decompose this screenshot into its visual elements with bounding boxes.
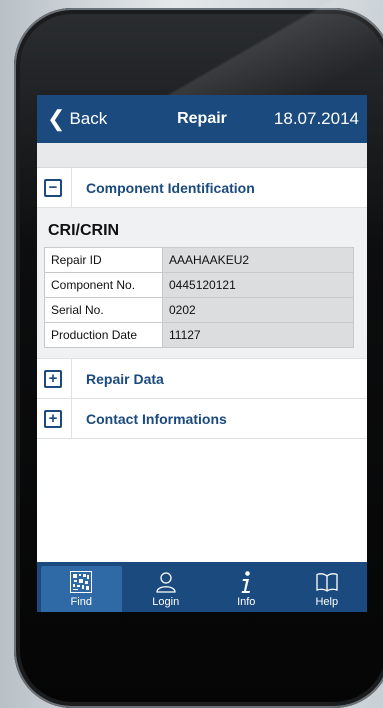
row-value: 0202	[162, 297, 354, 323]
tab-login[interactable]: Login	[126, 562, 207, 612]
section-component-identification[interactable]: − Component Identification	[37, 168, 367, 208]
app-screen: ❮ Back Repair 18.07.2014 − Component Ide…	[37, 95, 367, 612]
table-row: Component No. 0445120121	[44, 272, 354, 298]
subheader-bar	[37, 143, 367, 168]
section-repair-data[interactable]: + Repair Data	[37, 359, 367, 399]
tab-bar: Find Login Info Help	[37, 562, 367, 612]
barcode-icon	[70, 569, 93, 595]
section-contact-informations[interactable]: + Contact Informations	[37, 399, 367, 439]
detail-title: CRI/CRIN	[48, 222, 120, 239]
book-icon	[315, 569, 339, 595]
section-label: Repair Data	[86, 370, 164, 387]
component-detail-panel: CRI/CRIN Repair ID AAAHAAKEU2 Component …	[37, 208, 367, 359]
section-label: Contact Informations	[86, 410, 227, 427]
table-row: Serial No. 0202	[44, 297, 354, 323]
user-icon	[154, 569, 178, 595]
section-divider	[71, 168, 72, 207]
tab-label: Help	[315, 596, 339, 608]
section-label: Component Identification	[86, 179, 255, 196]
back-label: Back	[69, 109, 108, 128]
date-label: 18.07.2014	[273, 109, 359, 128]
table-row: Repair ID AAAHAAKEU2	[44, 247, 354, 273]
tab-label: Find	[70, 596, 92, 608]
tab-help[interactable]: Help	[287, 562, 368, 612]
section-divider	[71, 359, 72, 398]
row-label: Repair ID	[44, 247, 163, 273]
back-button[interactable]: ❮ Back	[37, 108, 107, 130]
row-label: Component No.	[44, 272, 163, 298]
collapse-icon[interactable]: −	[44, 178, 62, 197]
row-value: 0445120121	[162, 272, 354, 298]
section-divider	[71, 399, 72, 438]
chevron-left-icon: ❮	[47, 106, 66, 131]
component-table: Repair ID AAAHAAKEU2 Component No. 04451…	[44, 247, 354, 348]
tab-info[interactable]: Info	[206, 562, 287, 612]
row-label: Production Date	[44, 322, 163, 348]
row-value: AAAHAAKEU2	[162, 247, 354, 273]
tab-label: Login	[152, 596, 180, 608]
navigation-bar: ❮ Back Repair 18.07.2014	[37, 95, 367, 143]
tab-find[interactable]: Find	[41, 566, 122, 612]
row-value: 11127	[162, 322, 354, 348]
tab-label: Info	[237, 596, 256, 608]
info-icon	[239, 569, 253, 595]
table-row: Production Date 11127	[44, 322, 354, 348]
expand-icon[interactable]: +	[44, 409, 62, 428]
row-label: Serial No.	[44, 297, 163, 323]
expand-icon[interactable]: +	[44, 369, 62, 388]
